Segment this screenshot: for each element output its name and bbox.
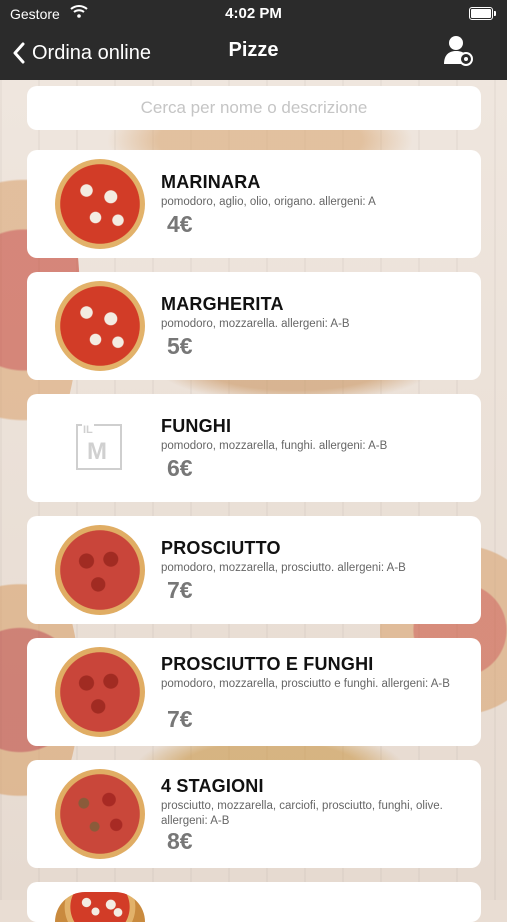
product-name: MARGHERITA	[161, 294, 284, 314]
product-description: prosciutto, mozzarella, carciofi, prosci…	[161, 800, 443, 827]
product-price: 4€	[167, 211, 193, 237]
product-price: 8€	[167, 828, 193, 854]
product-description: pomodoro, mozzarella. allergeni: A-B	[161, 318, 350, 330]
product-price: 6€	[167, 455, 193, 481]
product-price: 7€	[167, 706, 193, 732]
product-description: pomodoro, mozzarella, prosciutto e fungh…	[161, 678, 450, 690]
product-name: PROSCIUTTO E FUNGHI	[161, 654, 374, 674]
product-name: PROSCIUTTO	[161, 538, 281, 558]
battery-icon	[469, 7, 496, 20]
product-name: 4 STAGIONI	[161, 776, 264, 796]
product-card[interactable]: MARGHERITA pomodoro, mozzarella. allerge…	[27, 272, 481, 380]
product-card[interactable]: PROSCIUTTO E FUNGHI pomodoro, mozzarella…	[27, 638, 481, 746]
status-time: 4:02 PM	[225, 5, 282, 22]
product-description: pomodoro, aglio, olio, origano. allergen…	[161, 196, 376, 208]
product-card-partial[interactable]	[27, 882, 481, 922]
product-price: 7€	[167, 577, 193, 603]
pizza-image	[55, 892, 145, 922]
product-card[interactable]: 4 STAGIONI prosciutto, mozzarella, carci…	[27, 760, 481, 868]
logo-placeholder-image: IL M	[76, 424, 122, 470]
search-field[interactable]	[27, 86, 481, 130]
pizza-image	[55, 769, 145, 859]
product-description: pomodoro, mozzarella, funghi. allergeni:…	[161, 440, 388, 452]
product-price: 5€	[167, 333, 193, 359]
status-bar: Gestore 4:02 PM	[0, 0, 507, 28]
page-title: Pizze	[228, 39, 279, 61]
product-description: pomodoro, mozzarella, prosciutto. allerg…	[161, 562, 406, 574]
product-name: FUNGHI	[161, 416, 232, 436]
top-bar: Gestore 4:02 PM Ordina online Pizze	[0, 0, 507, 80]
product-name: MARINARA	[161, 172, 261, 192]
search-input[interactable]	[37, 97, 471, 119]
account-settings-icon[interactable]	[443, 34, 475, 68]
pizza-image	[55, 281, 145, 371]
pizza-image	[55, 159, 145, 249]
pizza-image	[55, 525, 145, 615]
pizza-image	[55, 647, 145, 737]
product-card[interactable]: PROSCIUTTO pomodoro, mozzarella, prosciu…	[27, 516, 481, 624]
product-card[interactable]: IL M FUNGHI pomodoro, mozzarella, funghi…	[27, 394, 481, 502]
product-card[interactable]: MARINARA pomodoro, aglio, olio, origano.…	[27, 150, 481, 258]
